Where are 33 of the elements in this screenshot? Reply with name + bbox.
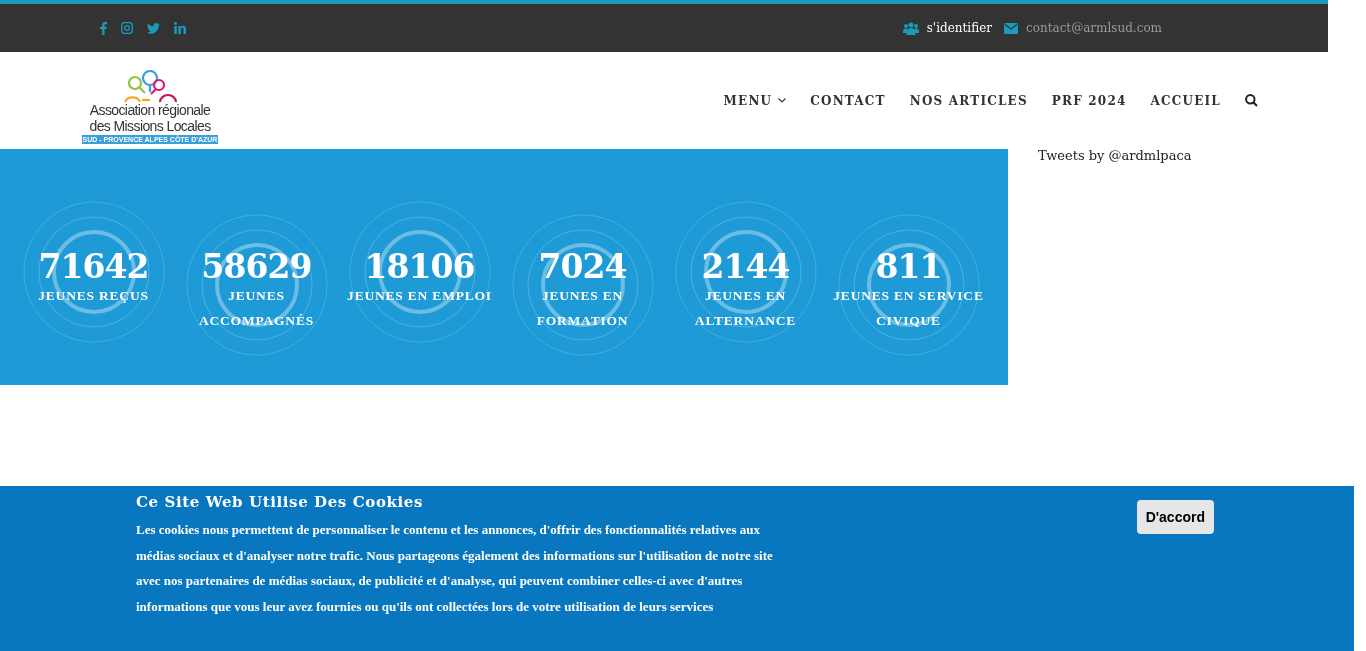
cookie-title: Ce Site Web Utilise Des Cookies xyxy=(136,492,424,512)
logo-text: Association régionale xyxy=(89,101,211,118)
instagram-icon[interactable] xyxy=(121,22,133,34)
stat-label: JEUNES REÇUS xyxy=(37,287,150,305)
nav-link[interactable]: PRF 2024 xyxy=(1051,91,1127,110)
stat-label: JEUNES EN FORMATION xyxy=(535,287,630,330)
stat-label: JEUNES EN EMPLOI xyxy=(346,287,493,305)
stat-value: 7024 xyxy=(538,247,627,287)
logo-text: des Missions Locales xyxy=(89,117,211,134)
users-icon xyxy=(902,21,919,35)
stat-value: 71642 xyxy=(38,247,149,287)
stat-value: 811 xyxy=(875,247,942,287)
tweets-link[interactable]: Tweets by @ardmlpaca xyxy=(1038,148,1192,163)
nav-link[interactable]: CONTACT xyxy=(810,91,886,110)
stat-value: 18106 xyxy=(364,247,475,287)
nav-link[interactable]: ACCUEIL xyxy=(1150,91,1221,110)
stat-value: 58629 xyxy=(201,247,312,287)
linkedin-icon[interactable] xyxy=(174,22,186,34)
logo-people-icon xyxy=(122,69,178,102)
cookie-text: Les cookies nous permettent de personnaliser le contenu et les annonces, d'offrir des fonctionnalités relatives aux médias sociaux et d'analyser notre trafic. Nous partageons également des informations sur l'utilisation de notre site avec nos partenaires de médias sociaux, de publicité et d'analyse, qui peuvent combiner celles-ci avec d'autres informations que vous leur avez fournies ou qu'ils ont collectées lors de votre utilisation de leurs services xyxy=(136,521,774,616)
bird-icon[interactable] xyxy=(147,22,160,34)
search-icon[interactable] xyxy=(1245,94,1258,107)
stat-label: JEUNES ACCOMPAGNÉS xyxy=(197,287,315,330)
stat-label: JEUNES EN ALTERNANCE xyxy=(693,287,798,330)
envelope-icon xyxy=(1004,22,1018,34)
agree-button[interactable]: D'accord xyxy=(1136,500,1214,534)
nav-link[interactable]: MENU xyxy=(723,91,787,110)
stat-label: JEUNES EN SERVICE CIVIQUE xyxy=(832,287,985,330)
email-link[interactable]: contact@armlsud.com xyxy=(1026,19,1162,37)
nav-link[interactable]: NOS ARTICLES xyxy=(909,91,1028,110)
facebook-icon[interactable] xyxy=(100,21,107,35)
stat-value: 2144 xyxy=(701,247,790,287)
login-link[interactable]: s'identifier xyxy=(926,19,992,37)
